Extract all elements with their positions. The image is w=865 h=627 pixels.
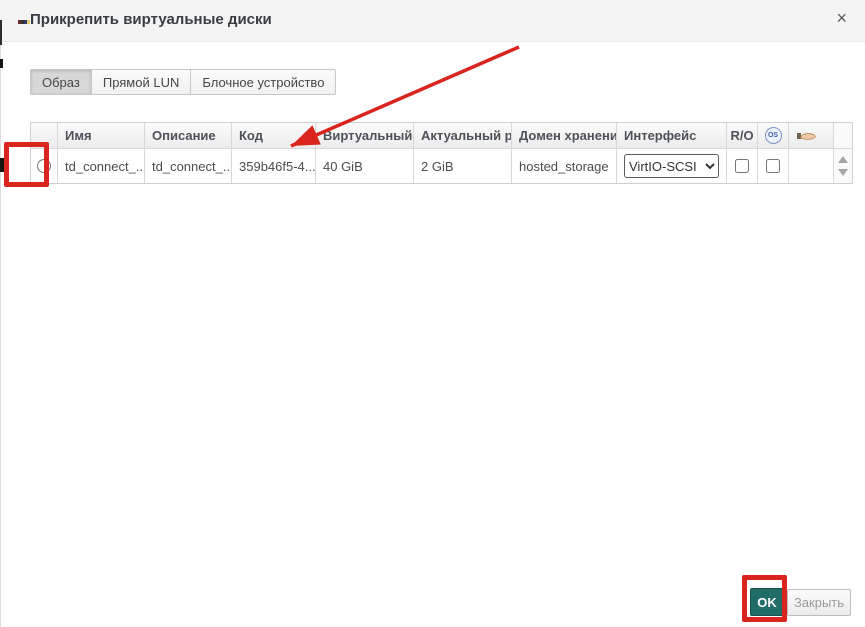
cell-readonly: [727, 149, 758, 183]
close-icon[interactable]: ×: [836, 9, 847, 27]
cell-select: [31, 149, 58, 183]
cell-scroll: [834, 149, 852, 183]
col-header-virtual-size: Виртуальный р: [316, 123, 414, 148]
cell-description: td_connect_...: [145, 149, 232, 183]
screen-edge-artifact: [0, 59, 3, 68]
tab-direct-lun[interactable]: Прямой LUN: [91, 69, 192, 95]
close-button[interactable]: Закрыть: [787, 589, 851, 616]
disk-type-tabs: Образ Прямой LUN Блочное устройство: [30, 69, 336, 95]
cell-interface: VirtIO-SCSI: [617, 149, 727, 183]
screen-edge-artifact: [27, 20, 30, 24]
col-header-interface: Интерфейс: [617, 123, 727, 148]
disk-row[interactable]: td_connect_... td_connect_... 359b46f5-4…: [31, 148, 852, 183]
cell-actual-size: 2 GiB: [414, 149, 512, 183]
col-header-shareable: [789, 123, 834, 148]
interface-select[interactable]: VirtIO-SCSI: [624, 154, 719, 178]
cell-os: [758, 149, 789, 183]
col-header-id: Код: [232, 123, 316, 148]
screen-edge-artifact: [0, 20, 2, 45]
col-header-description: Описание: [145, 123, 232, 148]
dialog-header: Прикрепить виртуальные диски ×: [0, 0, 865, 42]
cell-shareable: [789, 149, 834, 183]
dialog-title: Прикрепить виртуальные диски: [30, 11, 272, 28]
cell-storage-domain: hosted_storage: [512, 149, 617, 183]
attach-virtual-disks-dialog: Прикрепить виртуальные диски × Образ Пря…: [0, 0, 865, 627]
col-header-name: Имя: [58, 123, 145, 148]
readonly-checkbox[interactable]: [735, 159, 749, 173]
screen-edge-artifact: [0, 42, 1, 627]
col-header-select: [31, 123, 58, 148]
os-badge-icon: OS: [765, 127, 782, 144]
cell-name: td_connect_...: [58, 149, 145, 183]
ok-button[interactable]: OK: [750, 588, 784, 616]
cell-virtual-size: 40 GiB: [316, 149, 414, 183]
col-header-actual-size: Актуальный ра: [414, 123, 512, 148]
os-checkbox[interactable]: [766, 159, 780, 173]
col-header-os: OS: [758, 123, 789, 148]
scroll-up-icon[interactable]: [838, 156, 848, 163]
shareable-hand-icon: [796, 130, 818, 142]
tab-block-device[interactable]: Блочное устройство: [190, 69, 336, 95]
disk-select-radio[interactable]: [37, 159, 51, 173]
col-header-scroll: [834, 123, 852, 148]
col-header-readonly: R/O: [727, 123, 758, 148]
table-header-row: Имя Описание Код Виртуальный р Актуальны…: [31, 123, 852, 148]
tab-image[interactable]: Образ: [30, 69, 92, 95]
col-header-storage-domain: Домен хранени: [512, 123, 617, 148]
disks-table: Имя Описание Код Виртуальный р Актуальны…: [30, 122, 853, 184]
cell-id: 359b46f5-4...: [232, 149, 316, 183]
scroll-down-icon[interactable]: [838, 169, 848, 176]
screen-edge-artifact: [0, 158, 4, 172]
